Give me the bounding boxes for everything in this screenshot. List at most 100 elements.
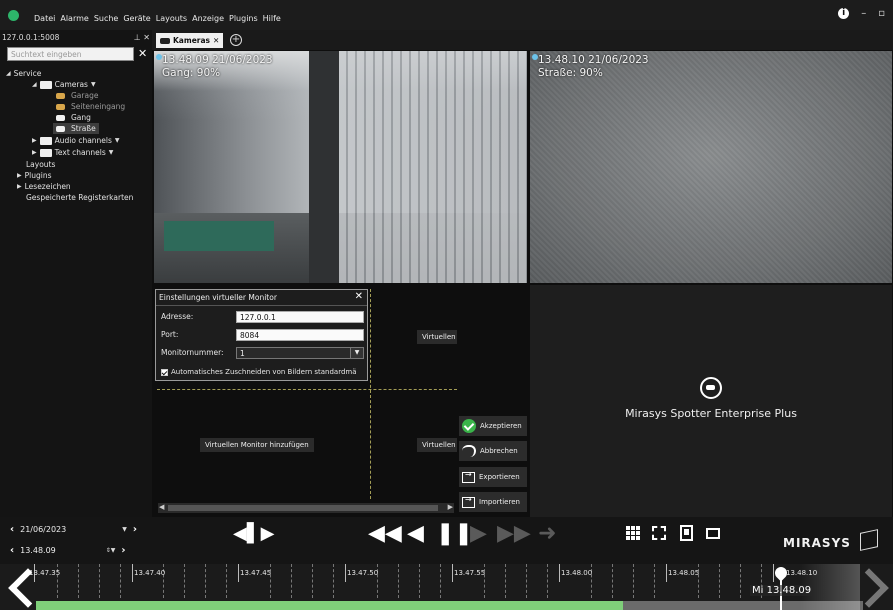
add-tab-button[interactable]: + (230, 34, 242, 46)
timeline-tick (99, 564, 100, 598)
prev-date-icon[interactable]: ‹ (10, 524, 14, 535)
bookmark-icon[interactable] (680, 525, 693, 541)
menu-alarme[interactable]: Alarme (60, 14, 88, 23)
timeline-label: 13.48.00 (561, 569, 593, 577)
tree-item-layouts[interactable]: Layouts (26, 159, 55, 170)
scroll-right-icon[interactable]: ▶ (448, 503, 453, 511)
maximize-button[interactable]: ▫ (878, 8, 885, 19)
export-button[interactable]: Exportieren (459, 467, 527, 487)
menu-hilfe[interactable]: Hilfe (263, 14, 281, 23)
tree-label: Text channels (54, 148, 106, 157)
server-header: 127.0.0.1:5008 ⊥ ✕ (2, 33, 150, 44)
go-live-icon[interactable]: ➜ (538, 521, 556, 546)
pin-close-icons[interactable]: ⊥ ✕ (134, 33, 150, 42)
tree-label: Straße (71, 124, 96, 133)
tree-item-bookmarks[interactable]: ▶ Lesezeichen (17, 181, 71, 192)
expand-icon[interactable]: ▶ (17, 183, 22, 190)
chevron-down-icon[interactable]: ▼ (350, 348, 363, 358)
chevron-down-icon[interactable]: ▼ (115, 137, 120, 144)
spin-icon[interactable]: ⇕▼ (106, 547, 116, 554)
rewind-icon[interactable]: ◀◀ (368, 521, 402, 546)
video-texture (530, 51, 892, 283)
close-icon[interactable]: ✕ (355, 291, 363, 302)
clear-search-icon[interactable]: ✕ (138, 47, 147, 60)
grid-layout-icon[interactable] (626, 526, 640, 540)
date-value[interactable]: 21/06/2023 (20, 525, 66, 534)
tree-item-cameras[interactable]: ◢ Cameras ▼ (32, 79, 96, 90)
collapse-icon[interactable]: ◢ (6, 70, 11, 77)
expand-icon[interactable]: ▶ (32, 137, 37, 144)
export-video-icon[interactable] (706, 528, 720, 539)
menu-datei[interactable]: Datei (34, 14, 55, 23)
tree-item-text[interactable]: ▶ Text channels ▼ (32, 147, 113, 158)
minimize-button[interactable]: – (861, 8, 866, 19)
expand-icon[interactable]: ▶ (17, 172, 22, 179)
tree-item-service[interactable]: ◢ Service (6, 68, 41, 79)
divider (157, 389, 457, 390)
monitor-number-select[interactable]: 1 ▼ (236, 347, 364, 359)
tree-item-strasse[interactable]: Straße (53, 123, 99, 134)
checkbox-icon[interactable] (161, 368, 168, 376)
virtual-monitor-button-1[interactable]: Virtuellen (417, 330, 457, 344)
menu-layouts[interactable]: Layouts (156, 14, 187, 23)
port-field[interactable]: 8084 (236, 329, 364, 341)
camera-view-strasse[interactable]: 13.48.10 21/06/2023 Straße: 90% (530, 51, 892, 283)
collapse-icon[interactable]: ◢ (32, 81, 37, 88)
chevron-down-icon[interactable]: ▼ (109, 149, 114, 156)
prev-time-icon[interactable]: ‹ (10, 545, 14, 556)
date-picker[interactable]: ‹ 21/06/2023 ▼ › (10, 524, 137, 535)
address-field[interactable]: 127.0.0.1 (236, 311, 364, 323)
accept-button[interactable]: Akzeptieren (459, 416, 527, 436)
timeline-tick (78, 564, 79, 598)
timeline[interactable]: 13.47.35 13.47.40 13.47.45 13.47.50 13.4… (0, 564, 893, 610)
scrollbar-thumb[interactable] (168, 505, 438, 511)
next-time-icon[interactable]: › (121, 545, 125, 556)
checkbox-label: Automatisches Zuschneiden von Bildern st… (171, 368, 357, 376)
add-virtual-monitor-button[interactable]: Virtuellen Monitor hinzufügen (200, 438, 314, 452)
folder-icon (39, 80, 52, 89)
info-icon[interactable]: i (838, 8, 850, 19)
pause-icon[interactable]: ❚❚ (436, 521, 473, 546)
tree-item-saved-tabs[interactable]: Gespeicherte Registerkarten (26, 192, 133, 203)
search-input[interactable]: Suchtext eingeben (7, 47, 134, 61)
virtual-monitor-button-2[interactable]: Virtuellen (417, 438, 457, 452)
menu-plugins[interactable]: Plugins (229, 14, 258, 23)
play-icon[interactable]: ▶ (470, 521, 487, 546)
camera-view-gang[interactable]: 13.48.09 21/06/2023 Gang: 90% (154, 51, 527, 283)
timeline-tick (666, 564, 667, 582)
monitor-number-label: Monitornummer: (161, 348, 224, 357)
timeline-next-icon[interactable] (861, 570, 889, 610)
fullscreen-icon[interactable] (652, 526, 666, 540)
tree-label: Gang (71, 113, 91, 122)
camera-osd: 13.48.10 21/06/2023 Straße: 90% (538, 54, 649, 80)
step-back-icon[interactable]: ◀ (407, 521, 424, 546)
frame-step-icon[interactable]: ◀▌▶ (233, 523, 275, 544)
timeline-tick (419, 564, 420, 598)
tree-item-garage[interactable]: Garage (56, 90, 98, 101)
tree-label: Layouts (26, 160, 56, 169)
horizontal-scrollbar[interactable]: ◀ ▶ (158, 503, 454, 513)
time-value[interactable]: 13.48.09 (20, 546, 56, 555)
timeline-tick (312, 564, 313, 598)
tab-label: Kameras (173, 36, 210, 45)
tree-item-audio[interactable]: ▶ Audio channels ▼ (32, 135, 120, 146)
menu-geraete[interactable]: Geräte (123, 14, 150, 23)
tab-kameras[interactable]: Kameras ✕ (156, 33, 224, 48)
app-logo-icon[interactable] (8, 10, 19, 21)
auto-crop-checkbox[interactable]: Automatisches Zuschneiden von Bildern st… (161, 368, 366, 376)
chevron-down-icon[interactable]: ▼ (122, 526, 127, 533)
chevron-down-icon[interactable]: ▼ (91, 81, 96, 88)
time-picker[interactable]: ‹ 13.48.09 ⇕▼ › (10, 545, 126, 556)
import-button[interactable]: Importieren (459, 492, 527, 512)
tree-item-gang[interactable]: Gang (56, 112, 91, 123)
next-date-icon[interactable]: › (133, 524, 137, 535)
fast-forward-icon[interactable]: ▶▶ (497, 521, 531, 546)
tree-item-plugins[interactable]: ▶ Plugins (17, 170, 52, 181)
tree-item-seiteneingang[interactable]: Seiteneingang (56, 101, 125, 112)
scroll-left-icon[interactable]: ◀ (159, 503, 164, 511)
close-tab-icon[interactable]: ✕ (213, 36, 219, 45)
menu-anzeige[interactable]: Anzeige (192, 14, 224, 23)
cancel-button[interactable]: Abbrechen (459, 441, 527, 461)
menu-suche[interactable]: Suche (94, 14, 119, 23)
expand-icon[interactable]: ▶ (32, 149, 37, 156)
